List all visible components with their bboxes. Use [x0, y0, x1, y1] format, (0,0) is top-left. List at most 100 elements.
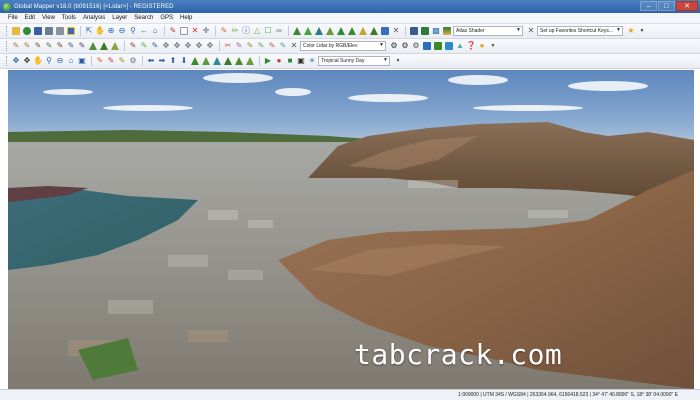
split-icon[interactable]: ✥ — [172, 41, 182, 51]
terrain-volume-icon[interactable] — [347, 26, 357, 36]
bar-chart-icon[interactable]: ▩ — [431, 26, 441, 36]
hide-icon[interactable]: ✕ — [526, 26, 536, 36]
info-icon[interactable]: ⓘ — [241, 26, 251, 36]
home-icon[interactable]: ⌂ — [150, 26, 160, 36]
terrain-slope-icon[interactable] — [303, 26, 313, 36]
lidar-filter-icon[interactable]: ✎ — [66, 41, 76, 51]
minimize-button[interactable]: – — [640, 1, 657, 11]
join-icon[interactable]: ✥ — [183, 41, 193, 51]
rotate-icon[interactable]: ✥ — [194, 41, 204, 51]
lidar-more-icon[interactable]: ▼ — [488, 41, 498, 51]
lidar-select-icon[interactable]: ✎ — [55, 41, 65, 51]
zoom-out-icon[interactable]: ⊖ — [117, 26, 127, 36]
menu-help[interactable]: Help — [180, 15, 192, 21]
lidar-color-select[interactable]: Color Lidar by RGB/Elev ▼ — [300, 41, 386, 51]
settings-gear-icon[interactable]: ⚙ — [389, 41, 399, 51]
map-layout-icon[interactable] — [420, 26, 430, 36]
menu-gps[interactable]: GPS — [160, 15, 173, 21]
select-tool-icon[interactable]: ⇱ — [84, 26, 94, 36]
3d-select-icon[interactable]: ✥ — [11, 56, 21, 66]
move-vertex-icon[interactable]: ✥ — [161, 41, 171, 51]
favorites-dropdown-icon[interactable]: ▼ — [637, 26, 647, 36]
terrain-contour-icon[interactable] — [336, 26, 346, 36]
arrow-right-icon[interactable]: ➡ — [157, 56, 167, 66]
edit-feature-icon[interactable]: ✏ — [230, 26, 240, 36]
menu-layer[interactable]: Layer — [112, 15, 127, 21]
digitizer-icon[interactable]: ☐ — [263, 26, 273, 36]
terrain-view-icon[interactable] — [292, 26, 302, 36]
lidar-extract-icon[interactable] — [433, 41, 443, 51]
arrow-left-icon[interactable]: ⬅ — [146, 56, 156, 66]
lidar-settings-icon[interactable]: ⚙ — [400, 41, 410, 51]
lidar-tree-icon[interactable] — [99, 41, 109, 51]
play-icon[interactable]: ▶ — [263, 56, 273, 66]
zoom-in-icon[interactable]: ⊕ — [106, 26, 116, 36]
sky-more-icon[interactable]: ▼ — [393, 56, 403, 66]
capture-icon[interactable]: ▣ — [296, 56, 306, 66]
globe-icon[interactable] — [22, 26, 32, 36]
3d-zoom-icon[interactable]: ⚲ — [44, 56, 54, 66]
overlay-control-icon[interactable] — [409, 26, 419, 36]
terrain-gradient-icon[interactable] — [314, 26, 324, 36]
lidar-classify-icon[interactable]: ✎ — [44, 41, 54, 51]
pan-icon[interactable]: ✋ — [95, 26, 105, 36]
terrain-hillshade-icon[interactable] — [325, 26, 335, 36]
toolbar-grip[interactable] — [6, 56, 9, 66]
toolbar-grip[interactable] — [6, 41, 9, 51]
fly-through-icon[interactable] — [234, 56, 244, 66]
open-folder-icon[interactable] — [11, 26, 21, 36]
menu-tools[interactable]: Tools — [62, 15, 76, 21]
lidar-query-icon[interactable]: ❓ — [466, 41, 476, 51]
favorites-select[interactable]: Set up Favorites Shortcut Keys... ▼ — [537, 26, 623, 36]
lidar-pencil-icon[interactable]: ✎ — [11, 41, 21, 51]
menu-file[interactable]: File — [8, 15, 18, 21]
crosshair-icon[interactable]: ✛ — [201, 26, 211, 36]
shader-select[interactable]: Atlas Shader ▼ — [453, 26, 523, 36]
sky-select[interactable]: Tropical Sunny Day ▼ — [318, 56, 390, 66]
lidar-view-icon[interactable] — [444, 41, 454, 51]
shader-icon[interactable] — [442, 26, 452, 36]
feature-draw-icon[interactable]: ✎ — [128, 41, 138, 51]
lidar-ground-icon[interactable]: ✎ — [77, 41, 87, 51]
menu-search[interactable]: Search — [134, 15, 153, 21]
3d-camera-icon[interactable]: ▣ — [77, 56, 87, 66]
profile-tool-icon[interactable]: ⚙ — [411, 41, 421, 51]
snap-icon[interactable]: ✎ — [256, 41, 266, 51]
3d-tools-icon[interactable]: ⚙ — [128, 56, 138, 66]
new-doc-icon[interactable] — [179, 26, 189, 36]
print-icon[interactable] — [55, 26, 65, 36]
vertical-exaggeration-icon[interactable] — [201, 56, 211, 66]
cut-icon[interactable]: ✂ — [223, 41, 233, 51]
paint-icon[interactable]: ✎ — [234, 41, 244, 51]
3d-zoom-out-icon[interactable]: ⊖ — [55, 56, 65, 66]
layer-blue-icon[interactable] — [380, 26, 390, 36]
export-icon[interactable] — [44, 26, 54, 36]
lidar-info-icon[interactable]: ● — [477, 41, 487, 51]
clip-icon[interactable]: ✎ — [278, 41, 288, 51]
back-icon[interactable]: ← — [139, 26, 149, 36]
path-profile-icon[interactable]: △ — [252, 26, 262, 36]
lidar-3d-icon[interactable]: ▲ — [455, 41, 465, 51]
scale-icon[interactable]: ✥ — [205, 41, 215, 51]
control-center-icon[interactable] — [66, 26, 76, 36]
ruler-icon[interactable]: ✎ — [245, 41, 255, 51]
toolbar-grip[interactable] — [6, 26, 9, 36]
3d-draw-icon[interactable]: ✎ — [95, 56, 105, 66]
convert-icon[interactable]: ✕ — [289, 41, 299, 51]
lidar-building-icon[interactable] — [88, 41, 98, 51]
delete-icon[interactable]: ✕ — [190, 26, 200, 36]
pencil-icon[interactable]: ✎ — [219, 26, 229, 36]
maximize-button[interactable]: □ — [658, 1, 675, 11]
water-level-icon[interactable] — [212, 56, 222, 66]
close-layer-icon[interactable]: ✕ — [391, 26, 401, 36]
menu-analysis[interactable]: Analysis — [83, 15, 105, 21]
3d-rotate-icon[interactable]: ✋ — [33, 56, 43, 66]
3d-terrain-icon[interactable] — [223, 56, 233, 66]
3d-paint-icon[interactable]: ✎ — [106, 56, 116, 66]
terrain-watershed-icon[interactable] — [358, 26, 368, 36]
lidar-brush-icon[interactable]: ✎ — [22, 41, 32, 51]
close-button[interactable]: ✕ — [676, 1, 698, 11]
terrain-viewshed-icon[interactable] — [369, 26, 379, 36]
lidar-stats-icon[interactable] — [422, 41, 432, 51]
feature-line-icon[interactable]: ✎ — [139, 41, 149, 51]
